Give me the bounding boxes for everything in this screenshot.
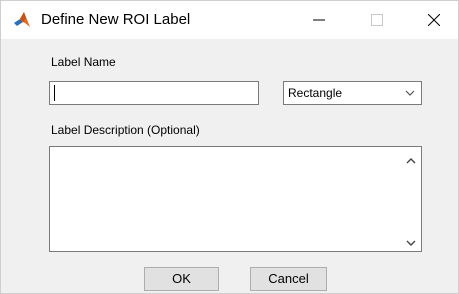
dialog-window: Define New ROI Label Label Name Rectangl… <box>0 0 459 294</box>
scroll-up-arrow-icon[interactable] <box>405 153 417 164</box>
ok-button[interactable]: OK <box>144 267 219 291</box>
label-description-textarea[interactable] <box>49 146 422 252</box>
shape-type-selected-value: Rectangle <box>288 86 343 100</box>
label-description-heading: Label Description (Optional) <box>51 123 200 137</box>
minimize-icon <box>313 19 325 21</box>
shape-type-select[interactable]: Rectangle <box>283 81 422 105</box>
scroll-down-arrow-icon[interactable] <box>405 235 417 246</box>
matlab-logo-icon <box>13 11 31 29</box>
maximize-icon <box>371 14 383 26</box>
text-caret <box>54 85 55 101</box>
minimize-button[interactable] <box>296 1 342 39</box>
chevron-down-icon[interactable] <box>403 86 417 100</box>
maximize-button[interactable] <box>354 1 400 39</box>
label-name-heading: Label Name <box>51 55 116 69</box>
window-title: Define New ROI Label <box>41 11 191 28</box>
label-name-input[interactable] <box>49 81 259 105</box>
close-icon <box>428 14 440 26</box>
close-button[interactable] <box>411 1 457 39</box>
cancel-button[interactable]: Cancel <box>250 267 327 291</box>
title-bar: Define New ROI Label <box>1 1 458 39</box>
